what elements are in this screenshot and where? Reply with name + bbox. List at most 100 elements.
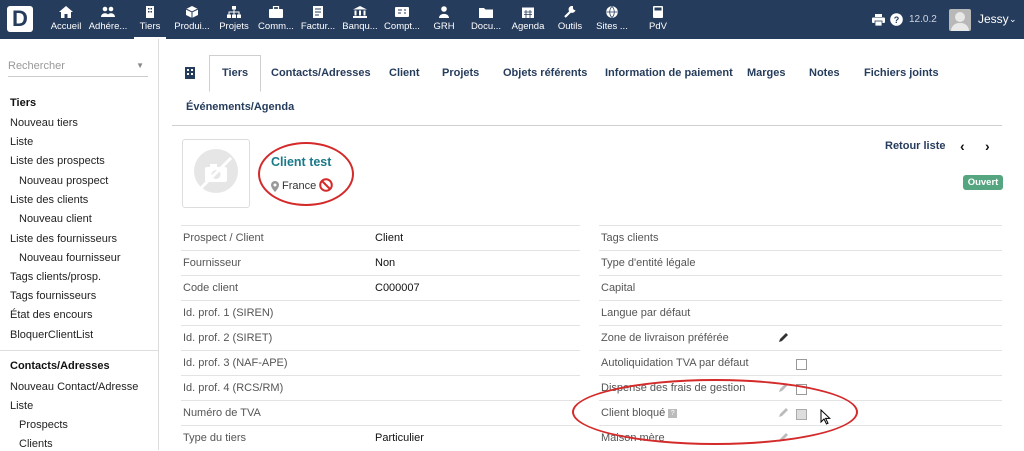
field-row: Numéro de TVA (181, 400, 580, 426)
sidebar-item-etat-encours[interactable]: État des encours (10, 309, 93, 321)
field-label: Id. prof. 2 (SIRET) (183, 332, 273, 344)
menu-label: Factur... (300, 21, 336, 32)
briefcase-icon (269, 6, 283, 18)
menu-label: Agenda (511, 21, 545, 32)
field-row: Prospect / Client Client (181, 225, 580, 251)
sidebar-title-tiers[interactable]: Tiers (10, 97, 36, 109)
tab-projets[interactable]: Projets (442, 67, 479, 79)
menu-item-banque[interactable]: Banqu... (338, 0, 382, 39)
sidebar-item-bloquer-client-list[interactable]: BloquerClientList (10, 329, 93, 341)
tabs-underline (172, 125, 1002, 126)
sidebar-item-clients[interactable]: Clients (19, 438, 53, 450)
sidebar-title-contacts[interactable]: Contacts/Adresses (10, 360, 110, 372)
members-icon (101, 6, 115, 17)
tab-fichiers-joints[interactable]: Fichiers joints (864, 67, 939, 79)
field-value: Client (375, 232, 404, 244)
cube-icon (185, 6, 199, 18)
sidebar-item-liste-contacts[interactable]: Liste (10, 400, 33, 412)
field-row: Id. prof. 2 (SIRET) (181, 325, 580, 351)
bank-icon (353, 6, 367, 18)
sitemap-icon (227, 6, 241, 18)
field-row: Id. prof. 1 (SIREN) (181, 300, 580, 326)
tab-information-paiement[interactable]: Information de paiement (605, 67, 733, 79)
field-row: Type du tiers Particulier (181, 425, 580, 451)
home-icon (59, 6, 73, 18)
field-row: Capital (599, 275, 1002, 301)
search-input[interactable]: Rechercher ▼ (8, 56, 148, 77)
menu-label: Compt... (384, 21, 420, 32)
sidebar-item-tags-fournisseurs[interactable]: Tags fournisseurs (10, 290, 96, 302)
status-badge: Ouvert (963, 175, 1003, 190)
menu-item-documents[interactable]: Docu... (464, 0, 508, 39)
pencil-icon[interactable] (779, 332, 789, 342)
tab-tiers[interactable]: Tiers (209, 55, 262, 92)
next-arrow-icon[interactable]: › (985, 138, 990, 154)
menu-label: PdV (649, 21, 667, 32)
folder-icon (479, 8, 493, 18)
sidebar-divider (0, 350, 158, 351)
menu-item-pdv[interactable]: PdV (636, 0, 680, 39)
sidebar-item-liste-prospects[interactable]: Liste des prospects (10, 155, 105, 167)
sidebar-item-nouveau-prospect[interactable]: Nouveau prospect (19, 175, 108, 187)
username[interactable]: Jessy (978, 0, 1009, 39)
menu-item-adherents[interactable]: Adhére... (86, 0, 130, 39)
sidebar-item-prospects[interactable]: Prospects (19, 419, 68, 431)
sidebar-item-nouveau-client[interactable]: Nouveau client (19, 213, 92, 225)
tab-marges[interactable]: Marges (747, 67, 786, 79)
chevron-down-icon[interactable]: ⌄ (1009, 0, 1017, 39)
tab-contacts[interactable]: Contacts/Adresses (271, 67, 371, 79)
previous-arrow-icon[interactable]: ‹ (960, 138, 965, 154)
pos-icon (653, 6, 663, 18)
tab-client[interactable]: Client (389, 67, 420, 79)
menu-item-tiers[interactable]: Tiers (128, 0, 172, 39)
app-logo[interactable]: D (7, 6, 33, 32)
annotation-ellipse-header (258, 142, 354, 206)
menu-item-produits[interactable]: Produi... (170, 0, 214, 39)
sidebar-item-liste-fournisseurs[interactable]: Liste des fournisseurs (10, 233, 117, 245)
field-label: Type d'entité légale (601, 257, 696, 269)
sidebar-item-nouveau-tiers[interactable]: Nouveau tiers (10, 117, 78, 129)
sidebar-item-tags-clients[interactable]: Tags clients/prosp. (10, 271, 101, 283)
field-row: Type d'entité légale (599, 250, 1002, 276)
top-navbar: D Accueil Adhére... Tiers Produi... Proj… (0, 0, 1024, 39)
sidebar-item-liste[interactable]: Liste (10, 136, 33, 148)
menu-label: Banqu... (342, 21, 378, 32)
field-label: Id. prof. 1 (SIREN) (183, 307, 274, 319)
user-icon (439, 6, 449, 18)
field-row: Autoliquidation TVA par défaut (599, 350, 1002, 376)
menu-label: Docu... (470, 21, 502, 32)
menu-item-outils[interactable]: Outils (548, 0, 592, 39)
chevron-down-icon[interactable]: ▼ (136, 56, 144, 76)
help-icon[interactable]: ? (890, 13, 903, 26)
menu-item-projets[interactable]: Projets (212, 0, 256, 39)
menu-item-agenda[interactable]: Agenda (506, 0, 550, 39)
field-label: Prospect / Client (183, 232, 264, 244)
menu-item-sites[interactable]: Sites ... (590, 0, 634, 39)
avatar[interactable] (949, 9, 971, 31)
back-to-list-link[interactable]: Retour liste (885, 140, 946, 152)
tab-objets-referents[interactable]: Objets référents (503, 67, 587, 79)
checkbox[interactable] (796, 359, 807, 370)
sidebar-item-nouveau-fournisseur[interactable]: Nouveau fournisseur (19, 252, 121, 264)
field-row: Tags clients (599, 225, 1002, 251)
field-row: Id. prof. 4 (RCS/RM) (181, 375, 580, 401)
menu-item-facturation[interactable]: Factur... (296, 0, 340, 39)
menu-item-commerce[interactable]: Comm... (254, 0, 298, 39)
menu-item-accueil[interactable]: Accueil (44, 0, 88, 39)
building-icon[interactable] (185, 67, 195, 79)
menu-item-grh[interactable]: GRH (422, 0, 466, 39)
field-row: Id. prof. 3 (NAF-APE) (181, 350, 580, 376)
no-photo-icon (199, 156, 233, 190)
menu-item-comptabilite[interactable]: Compt... (380, 0, 424, 39)
menu-label: Tiers (139, 21, 161, 32)
menu-label: Projets (219, 21, 249, 32)
tab-evenements-agenda[interactable]: Événements/Agenda (186, 101, 294, 113)
field-label: Autoliquidation TVA par défaut (601, 357, 749, 369)
sidebar-item-nouveau-contact[interactable]: Nouveau Contact/Adresse (10, 381, 138, 393)
menu-label: Outils (557, 21, 583, 32)
company-photo-placeholder[interactable] (182, 139, 250, 208)
print-icon[interactable] (872, 14, 885, 26)
sidebar-item-liste-clients[interactable]: Liste des clients (10, 194, 88, 206)
tab-notes[interactable]: Notes (809, 67, 840, 79)
field-value: Non (375, 257, 396, 269)
